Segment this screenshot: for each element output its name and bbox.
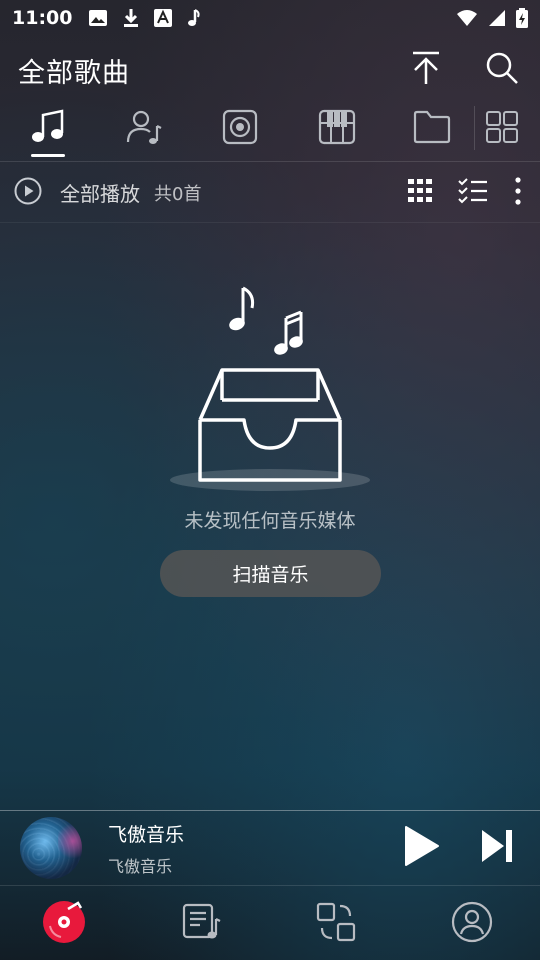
list-toolbar: 全部播放 共0首 [0,163,540,223]
more-vertical-icon [514,176,522,209]
tab-more[interactable] [478,108,526,150]
empty-library-illustration [160,280,380,500]
tab-folders[interactable] [408,108,456,150]
music-note-icon [30,109,66,149]
empty-message: 未发现任何音乐媒体 [184,510,356,532]
scroll-to-top-icon [411,51,441,89]
search-button[interactable] [482,50,522,90]
next-button[interactable] [480,828,514,868]
grid-view-icon [408,178,432,207]
song-count: 共0首 [154,183,202,205]
artist-icon [125,108,163,150]
header-actions [406,50,522,90]
multi-select-button[interactable] [458,177,488,208]
tab-genres[interactable] [313,108,361,150]
play-icon [404,826,440,871]
playlist-icon [182,903,222,945]
album-art[interactable] [20,817,82,879]
transfer-icon [316,902,356,946]
tab-divider [474,106,475,150]
scroll-to-top-button[interactable] [406,50,446,90]
profile-icon [451,901,493,947]
nav-profile[interactable] [450,901,494,947]
play-all-label[interactable]: 全部播放 [60,178,140,207]
status-time: 11:00 [12,7,73,29]
grid-view-button[interactable] [408,178,432,207]
more-options-button[interactable] [514,176,522,209]
signal-icon [488,9,506,27]
piano-icon [318,109,356,149]
folder-icon [413,110,451,148]
status-bar: 11:00 [0,0,540,36]
search-icon [485,51,519,89]
vinyl-icon [42,900,86,948]
grid-icon [486,111,518,147]
play-circle-icon [14,177,42,209]
image-icon [88,8,108,28]
empty-state: 未发现任何音乐媒体 扫描音乐 [0,280,540,620]
tab-songs[interactable] [24,108,72,150]
bottom-navigation [0,885,540,960]
music-note-icon [186,8,202,28]
status-notification-icons [88,8,202,28]
wifi-icon [456,9,478,27]
scan-music-button[interactable]: 扫描音乐 [160,550,381,597]
active-tab-indicator [31,154,65,157]
nav-transfer[interactable] [314,902,358,946]
status-system-icons [456,8,528,28]
track-info[interactable]: 飞傲音乐 飞傲音乐 [108,820,184,877]
multi-select-icon [458,177,488,208]
nav-playlists[interactable] [180,902,224,946]
play-button[interactable] [404,825,440,871]
category-tabs [0,100,540,162]
track-artist: 飞傲音乐 [108,856,173,876]
next-icon [480,830,514,868]
album-icon [222,109,258,149]
toolbar-actions [408,176,526,209]
battery-charging-icon [516,8,528,28]
page-title: 全部歌曲 [18,57,130,89]
mini-player[interactable]: 飞傲音乐 飞傲音乐 [0,810,540,885]
app-header: 全部歌曲 [0,44,540,96]
font-icon [154,9,173,27]
nav-library[interactable] [42,900,86,948]
tab-albums[interactable] [216,108,264,150]
download-icon [122,8,140,28]
track-title: 飞傲音乐 [108,823,185,846]
tab-artists[interactable] [120,108,168,150]
player-controls [404,825,520,871]
play-all-button[interactable]: 全部播放 [14,177,140,209]
